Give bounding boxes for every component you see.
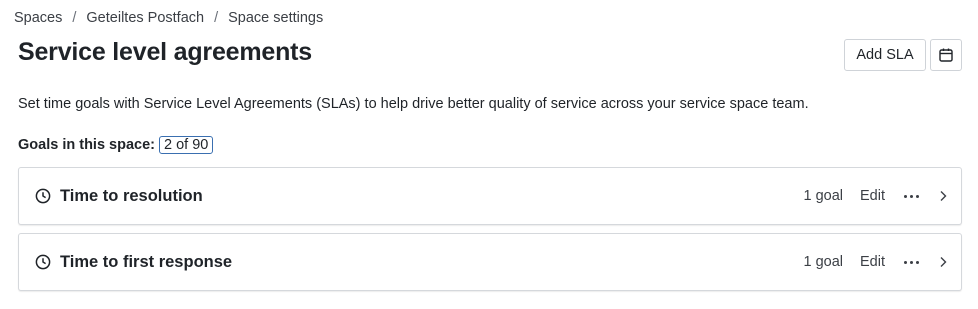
goals-label: Goals in this space: [18,137,155,153]
add-sla-button[interactable]: Add SLA [844,39,926,71]
sla-goal-count: 1 goal [803,254,843,270]
breadcrumb-separator: / [72,10,77,26]
sla-edit-button[interactable]: Edit [860,254,885,270]
calendar-icon [939,48,953,62]
goals-count-badge: 2 of 90 [159,136,214,154]
breadcrumb: Spaces / Geteiltes Postfach / Space sett… [14,10,323,26]
breadcrumb-separator: / [214,10,219,26]
breadcrumb-item-geteiltes-postfach[interactable]: Geteiltes Postfach [86,10,204,26]
sla-title: Time to first response [60,252,233,271]
sla-goal-count: 1 goal [803,188,843,204]
page-description: Set time goals with Service Level Agreem… [18,96,809,112]
more-options-icon[interactable] [901,186,921,206]
more-options-icon[interactable] [901,252,921,272]
calendar-button[interactable] [930,39,962,71]
breadcrumb-item-spaces[interactable]: Spaces [14,10,62,26]
clock-icon [35,254,51,270]
page-title: Service level agreements [18,38,313,66]
chevron-right-icon[interactable] [936,255,950,269]
sla-edit-button[interactable]: Edit [860,188,885,204]
chevron-right-icon[interactable] [936,189,950,203]
goals-summary: Goals in this space: 2 of 90 [18,136,214,154]
sla-card-time-to-resolution[interactable]: Time to resolution 1 goal Edit [18,167,962,225]
breadcrumb-item-space-settings[interactable]: Space settings [228,10,323,26]
sla-card-time-to-first-response[interactable]: Time to first response 1 goal Edit [18,233,962,291]
sla-title: Time to resolution [60,186,203,205]
header-actions: Add SLA [844,39,962,71]
clock-icon [35,188,51,204]
